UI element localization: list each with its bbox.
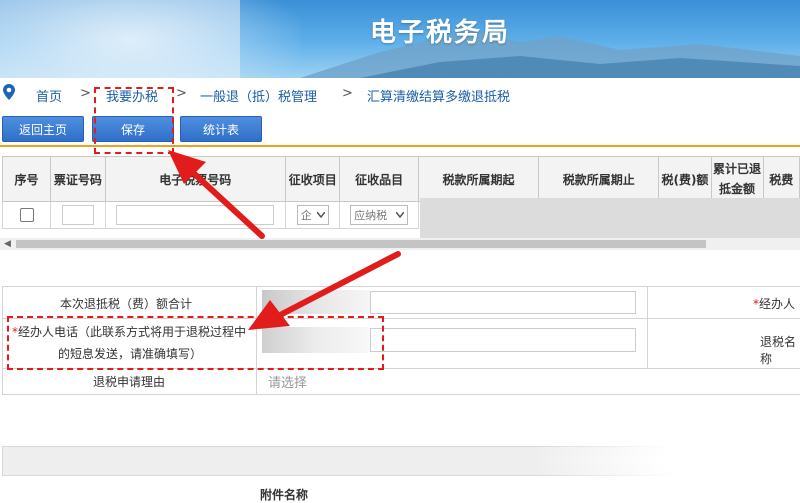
- annotation-arrows: [168, 150, 401, 330]
- annotation-arrow-icon: [168, 150, 265, 239]
- annotation-arrow-icon: [248, 251, 401, 330]
